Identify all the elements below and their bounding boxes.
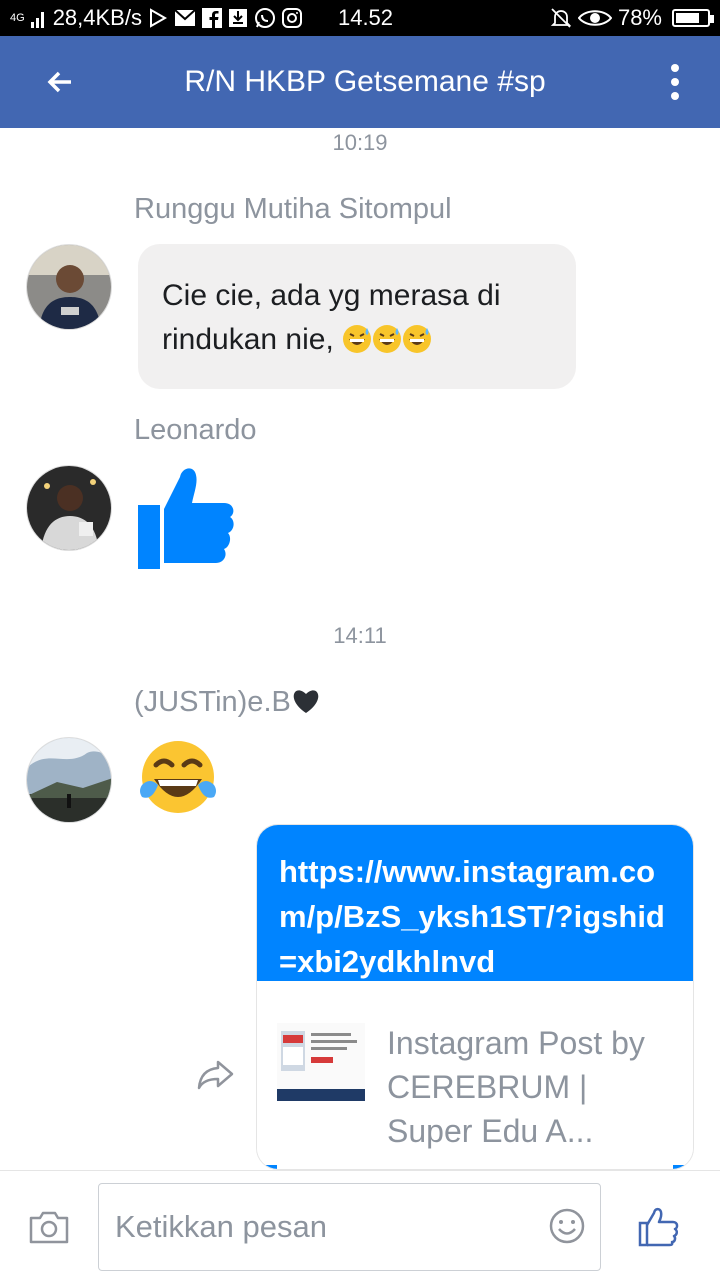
signal-icon xyxy=(30,12,44,28)
timestamp: 10:19 xyxy=(332,130,388,155)
message-input[interactable]: Ketikkan pesan xyxy=(98,1183,601,1271)
like-button[interactable] xyxy=(638,1207,680,1247)
chat-header: R/N HKBP Getsemane #sp xyxy=(0,36,720,128)
gmail-icon xyxy=(174,9,196,26)
link-preview[interactable]: Instagram Post by CEREBRUM | Super Edu A… xyxy=(257,981,693,1169)
camera-icon xyxy=(29,1211,69,1244)
play-store-icon xyxy=(149,8,167,28)
status-bar: 4G 28,4KB/s 14.52 78% xyxy=(0,0,720,36)
more-vertical-icon xyxy=(671,64,679,100)
like-sticker[interactable] xyxy=(138,465,236,569)
link-thumbnail xyxy=(277,1023,365,1101)
avatar-image xyxy=(27,738,111,822)
avatar-image xyxy=(27,245,111,329)
instagram-icon xyxy=(281,8,302,28)
sender-name: Leonardo xyxy=(134,414,257,446)
sender-name: Runggu Mutiha Sitompul xyxy=(134,193,452,225)
network-type: 4G xyxy=(10,12,25,24)
link-preview-title: Instagram Post by CEREBRUM | Super Edu A… xyxy=(387,1025,645,1149)
emoji-button[interactable] xyxy=(548,1207,586,1245)
battery-percent: 78% xyxy=(617,5,662,30)
avatar[interactable] xyxy=(26,737,112,823)
avatar[interactable] xyxy=(26,244,112,330)
message-bubble[interactable]: Cie cie, ada yg merasa di rindukan nie, xyxy=(138,244,576,389)
thumbs-up-icon xyxy=(638,1207,679,1247)
grinning-sweat-emoji xyxy=(403,325,432,353)
whatsapp-icon xyxy=(254,8,275,28)
sender-name-text: (JUSTin)e.B xyxy=(134,686,291,718)
camera-button[interactable] xyxy=(28,1209,70,1245)
sender-name: (JUSTin)e.B xyxy=(134,686,321,719)
smiley-icon xyxy=(549,1208,585,1244)
clock: 14.52 xyxy=(337,5,394,30)
message-text: Cie cie, ada yg merasa di rindukan nie, xyxy=(162,279,501,356)
share-button[interactable] xyxy=(196,1054,236,1094)
message-composer: Ketikkan pesan xyxy=(0,1170,720,1280)
avatar-image xyxy=(27,466,111,550)
back-arrow-icon xyxy=(47,71,71,93)
network-speed: 28,4KB/s xyxy=(52,5,142,30)
link-message[interactable]: https://www.instagram.com/p/BzS_yksh1ST/… xyxy=(256,824,694,1170)
facebook-icon xyxy=(201,8,222,28)
chat-title[interactable]: R/N HKBP Getsemane #sp xyxy=(100,65,630,99)
battery-fill xyxy=(676,13,699,23)
more-options-button[interactable] xyxy=(630,36,720,128)
status-bar-right: 78% xyxy=(550,5,714,31)
mute-icon xyxy=(550,8,572,28)
eye-icon xyxy=(577,10,612,26)
download-icon xyxy=(228,9,247,27)
tears-of-joy-emoji xyxy=(140,741,216,813)
link-url[interactable]: https://www.instagram.com/p/BzS_yksh1ST/… xyxy=(257,825,693,981)
status-bar-left: 4G 28,4KB/s 14.52 xyxy=(10,5,393,31)
share-arrow-icon xyxy=(197,1060,234,1090)
battery-icon xyxy=(672,9,714,27)
thumbnail-image xyxy=(277,1023,365,1101)
black-heart-emoji xyxy=(293,690,319,713)
grinning-sweat-emoji xyxy=(373,325,402,353)
thumbs-up-icon xyxy=(138,468,234,569)
avatar[interactable] xyxy=(26,465,112,551)
timestamp: 14:11 xyxy=(333,623,387,648)
grinning-sweat-emoji xyxy=(343,325,372,353)
emoji-message[interactable] xyxy=(138,737,218,817)
